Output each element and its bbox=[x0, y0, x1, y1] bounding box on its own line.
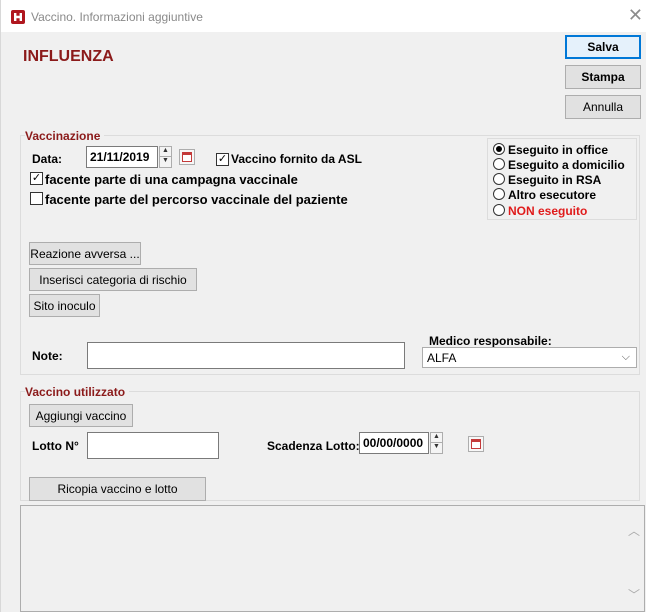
cancel-button[interactable]: Annulla bbox=[565, 95, 641, 119]
expiry-field[interactable]: 00/00/0000 bbox=[359, 432, 429, 454]
vaccination-group-label: Vaccinazione bbox=[25, 129, 105, 143]
copy-vaccine-lot-button[interactable]: Ricopia vaccino e lotto bbox=[29, 477, 206, 501]
window-title: Vaccino. Informazioni aggiuntive bbox=[31, 10, 203, 24]
campaign-label: facente parte di una campagna vaccinale bbox=[45, 172, 298, 187]
radio-not-done-label: NON eseguito bbox=[508, 204, 588, 218]
radio-rsa-label: Eseguito in RSA bbox=[508, 173, 602, 187]
lot-label: Lotto N° bbox=[32, 439, 79, 453]
dialog-window: Vaccino. Informazioni aggiuntive ✕ INFLU… bbox=[0, 0, 646, 612]
title-bar: Vaccino. Informazioni aggiuntive ✕ bbox=[1, 0, 646, 32]
memo-scrollbar[interactable]: ︿ ﹀ bbox=[627, 506, 644, 611]
lot-field[interactable] bbox=[87, 432, 219, 459]
vaccine-used-group-label: Vaccino utilizzato bbox=[25, 385, 130, 399]
radio-other[interactable] bbox=[493, 188, 505, 200]
asl-checkbox[interactable]: ✓ bbox=[216, 153, 229, 166]
date-spinner[interactable]: ▲ ▼ bbox=[159, 146, 172, 168]
path-label: facente parte del percorso vaccinale del… bbox=[45, 192, 348, 207]
expiry-calendar-icon[interactable] bbox=[468, 436, 484, 452]
radio-office[interactable] bbox=[493, 143, 505, 155]
save-button[interactable]: Salva bbox=[565, 35, 641, 59]
asl-label: Vaccino fornito da ASL bbox=[231, 152, 362, 166]
memo-area[interactable]: ︿ ﹀ bbox=[20, 505, 645, 612]
expiry-spinner[interactable]: ▲ ▼ bbox=[430, 432, 443, 454]
risk-category-button[interactable]: Inserisci categoria di rischio bbox=[29, 268, 197, 291]
notes-field[interactable] bbox=[87, 342, 405, 369]
scroll-up-icon[interactable]: ︿ bbox=[628, 522, 640, 539]
injection-site-button[interactable]: Sito inoculo bbox=[29, 294, 100, 317]
radio-other-label: Altro esecutore bbox=[508, 188, 597, 202]
date-label: Data: bbox=[32, 152, 63, 166]
doctor-value: ALFA bbox=[427, 350, 457, 365]
adverse-reaction-button[interactable]: Reazione avversa ... bbox=[29, 242, 141, 265]
add-vaccine-button[interactable]: Aggiungi vaccino bbox=[29, 404, 133, 427]
scroll-down-icon[interactable]: ﹀ bbox=[628, 586, 640, 603]
expiry-label: Scadenza Lotto: bbox=[267, 439, 360, 453]
chevron-down-icon: ⌵ bbox=[621, 351, 630, 363]
calendar-icon[interactable] bbox=[179, 149, 195, 165]
print-button[interactable]: Stampa bbox=[565, 65, 641, 89]
app-icon bbox=[11, 10, 25, 24]
radio-home[interactable] bbox=[493, 158, 505, 170]
radio-office-label: Eseguito in office bbox=[508, 143, 609, 157]
radio-home-label: Eseguito a domicilio bbox=[508, 158, 625, 172]
path-checkbox[interactable] bbox=[30, 192, 43, 205]
page-title: INFLUENZA bbox=[23, 48, 114, 65]
radio-rsa[interactable] bbox=[493, 173, 505, 185]
doctor-label: Medico responsabile: bbox=[429, 334, 552, 348]
campaign-checkbox[interactable]: ✓ bbox=[30, 172, 43, 185]
close-icon[interactable]: ✕ bbox=[628, 6, 643, 24]
doctor-select[interactable]: ALFA ⌵ bbox=[422, 347, 637, 368]
date-field[interactable]: 21/11/2019 bbox=[86, 146, 158, 168]
radio-not-done[interactable] bbox=[493, 204, 505, 216]
notes-label: Note: bbox=[32, 349, 63, 363]
